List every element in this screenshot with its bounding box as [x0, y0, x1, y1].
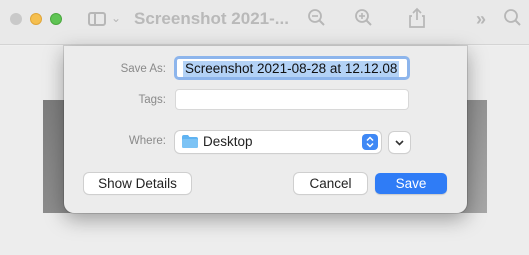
search-icon[interactable]: [503, 8, 523, 31]
more-icon[interactable]: »: [476, 9, 486, 30]
title-bar: ⌄ Screenshot 2021-... »: [0, 0, 529, 45]
tags-label: Tags:: [138, 94, 167, 106]
where-select[interactable]: Desktop: [175, 131, 381, 153]
share-icon[interactable]: [407, 7, 427, 32]
window-title: Screenshot 2021-...: [134, 9, 289, 28]
minimize-window-button[interactable]: [30, 13, 42, 25]
save-as-field[interactable]: Screenshot 2021-08-28 at 12.12.08: [174, 56, 410, 80]
maximize-window-button[interactable]: [50, 13, 62, 25]
zoom-in-icon[interactable]: [354, 8, 374, 31]
save-as-label: Save As:: [120, 63, 166, 75]
save-dialog: Save As: Screenshot 2021-08-28 at 12.12.…: [64, 46, 467, 213]
save-button[interactable]: Save: [375, 173, 447, 194]
chevron-down-icon: [395, 140, 404, 146]
tags-field[interactable]: [175, 89, 409, 110]
up-down-chevron-icon[interactable]: [362, 134, 378, 150]
where-label: Where:: [128, 135, 166, 147]
close-window-button[interactable]: [10, 13, 22, 25]
expand-button[interactable]: [389, 132, 410, 153]
show-details-button[interactable]: Show Details: [84, 173, 191, 194]
sidebar-icon[interactable]: [88, 12, 106, 26]
zoom-out-icon[interactable]: [307, 8, 327, 31]
cancel-button[interactable]: Cancel: [294, 173, 367, 194]
save-as-value: Screenshot 2021-08-28 at 12.12.08: [183, 61, 400, 77]
where-value: Desktop: [203, 134, 253, 149]
folder-icon: [182, 135, 198, 148]
chevron-down-icon[interactable]: ⌄: [111, 11, 121, 25]
